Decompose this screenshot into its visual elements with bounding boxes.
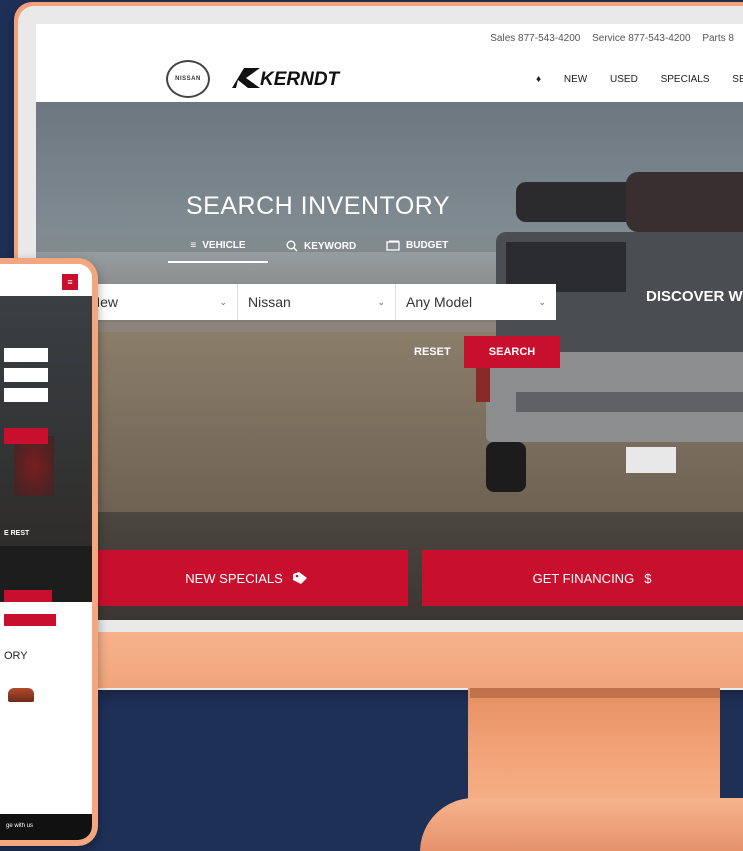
mobile-search-button[interactable] xyxy=(4,428,48,444)
search-button[interactable]: SEARCH xyxy=(464,336,560,368)
nissan-logo-text: NISSAN xyxy=(173,76,203,82)
nav-service[interactable]: SEI xyxy=(732,74,743,85)
get-financing-button[interactable]: GET FINANCING $ xyxy=(422,550,743,606)
dealer-logo[interactable]: KERNDT xyxy=(232,68,339,91)
money-icon xyxy=(386,240,400,251)
model-select-value: Any Model xyxy=(406,294,473,310)
search-filters: New ⌄ Nissan ⌄ Any Model ⌄ xyxy=(84,284,556,320)
mobile-vehicle-thumbnail[interactable] xyxy=(8,688,34,702)
tab-keyword[interactable]: KEYWORD xyxy=(286,240,356,252)
monitor-stand-shadow xyxy=(470,688,720,698)
new-specials-label: NEW SPECIALS xyxy=(185,570,283,586)
nav-used[interactable]: USED xyxy=(610,74,638,85)
monitor-stand-base xyxy=(420,798,743,851)
site-header: NISSAN KERNDT ♦ NEW USED SPECIALS SEI xyxy=(36,54,743,102)
mobile-website: ≡ E REST ORY ge with us xyxy=(0,264,92,840)
chevron-down-icon: ⌄ xyxy=(538,296,546,307)
get-financing-label: GET FINANCING xyxy=(532,570,635,586)
dollar-icon: $ xyxy=(644,570,652,586)
kerndt-k-mark-icon xyxy=(232,68,260,88)
condition-select[interactable]: New ⌄ xyxy=(84,284,238,320)
parts-phone-link[interactable]: Parts 8 xyxy=(702,33,734,44)
home-icon[interactable]: ♦ xyxy=(536,74,541,85)
mobile-rest-headline: E REST xyxy=(4,530,30,537)
main-nav: ♦ NEW USED SPECIALS SEI xyxy=(536,74,743,85)
chevron-down-icon: ⌄ xyxy=(219,296,227,307)
mobile-car-image xyxy=(14,436,54,496)
nav-new[interactable]: NEW xyxy=(564,74,587,85)
make-select-value: Nissan xyxy=(248,294,291,310)
sales-phone-link[interactable]: Sales 877-543-4200 xyxy=(490,33,580,44)
mobile-hero xyxy=(0,296,92,546)
mobile-service-button[interactable] xyxy=(4,590,52,602)
search-icon xyxy=(286,240,298,252)
mobile-header: ≡ xyxy=(0,264,92,296)
mobile-make-select[interactable] xyxy=(4,368,48,382)
contact-list: Sales 877-543-4200 Service 877-543-4200 … xyxy=(490,33,743,44)
tab-vehicle-label: VEHICLE xyxy=(202,240,246,251)
desktop-website: Sales 877-543-4200 Service 877-543-4200 … xyxy=(36,24,743,620)
phone-frame: ≡ E REST ORY ge with us xyxy=(0,258,98,846)
mobile-footer-bar[interactable]: ge with us xyxy=(0,814,92,840)
service-phone-link[interactable]: Service 877-543-4200 xyxy=(592,33,690,44)
monitor-chin xyxy=(22,632,743,688)
hamburger-menu-icon[interactable]: ≡ xyxy=(62,274,78,290)
mobile-condition-select[interactable] xyxy=(4,348,48,362)
chevron-down-icon: ⌄ xyxy=(377,296,385,307)
tab-budget[interactable]: BUDGET xyxy=(386,240,448,251)
new-specials-button[interactable]: NEW SPECIALS xyxy=(84,550,408,606)
mobile-inventory-button[interactable] xyxy=(4,614,56,626)
discover-headline: DISCOVER W xyxy=(646,288,743,305)
tab-keyword-label: KEYWORD xyxy=(304,240,357,252)
nissan-logo[interactable]: NISSAN xyxy=(166,60,210,98)
sliders-icon: ≡ xyxy=(190,240,197,251)
model-select[interactable]: Any Model ⌄ xyxy=(396,284,556,320)
reset-button[interactable]: RESET xyxy=(414,346,451,358)
contact-bar: Sales 877-543-4200 Service 877-543-4200 … xyxy=(36,24,743,55)
search-inventory-title: SEARCH INVENTORY xyxy=(186,192,451,220)
nav-specials[interactable]: SPECIALS xyxy=(661,74,710,85)
mobile-inventory-title: ORY xyxy=(4,650,28,662)
marketing-scene: Sales 877-543-4200 Service 877-543-4200 … xyxy=(0,0,743,851)
hero-banner: SEARCH INVENTORY ≡ VEHICLE KEYWORD BUDGE… xyxy=(36,102,743,620)
make-select[interactable]: Nissan ⌄ xyxy=(238,284,396,320)
dealer-logo-text: KERNDT xyxy=(260,69,340,90)
monitor-stand-neck xyxy=(468,688,720,804)
mobile-footer-text: ge with us xyxy=(6,823,34,829)
tag-icon xyxy=(292,572,307,584)
mobile-model-select[interactable] xyxy=(4,388,48,402)
tab-budget-label: BUDGET xyxy=(406,240,449,251)
tab-vehicle[interactable]: ≡ VEHICLE xyxy=(168,240,268,263)
